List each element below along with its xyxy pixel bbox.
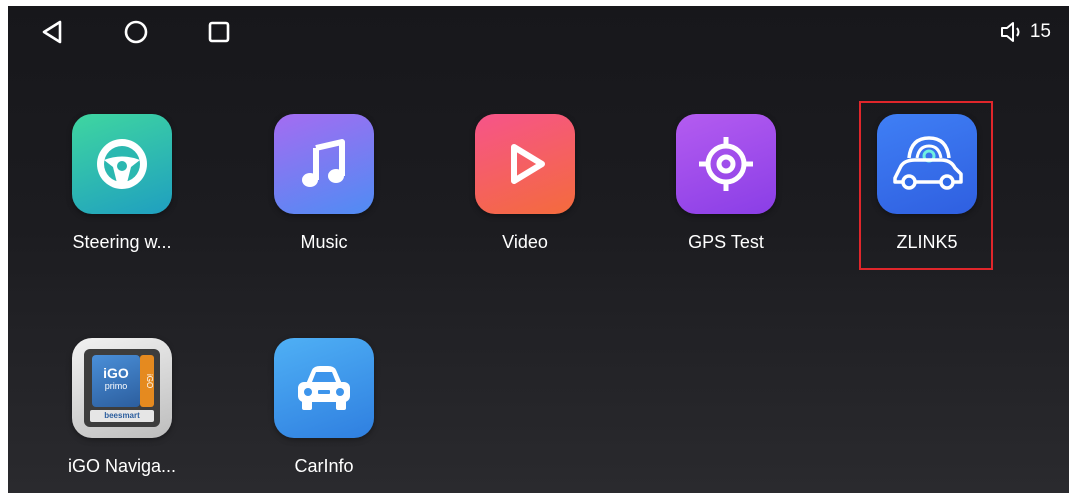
app-label: iGO Naviga... [67,456,177,476]
volume-level: 15 [1029,21,1051,42]
app-label: Video [502,232,548,252]
selection-highlight [859,101,993,270]
app-label: CarInfo [294,456,354,476]
app-carinfo[interactable]: CarInfo [244,338,404,478]
app-label: Music [300,232,348,252]
igo-icon-footer: beesmart [90,410,154,422]
app-steering-wheel[interactable]: Steering w... [42,114,202,254]
igo-icon-card: iGO primo [92,355,140,407]
target-icon [676,114,776,214]
home-button[interactable] [118,16,154,48]
back-icon [42,20,62,44]
recents-button[interactable] [201,16,237,48]
app-label: GPS Test [688,232,764,252]
app-igo-navigation[interactable]: iGO primo iGO beesmart iGO Naviga... [42,338,202,478]
app-video[interactable]: Video [445,114,605,254]
steering-wheel-icon [72,114,172,214]
igo-app-icon: iGO primo iGO beesmart [72,338,172,438]
igo-icon-subtext: primo [104,381,128,391]
navigation-bar: 15 [8,6,1069,58]
recents-icon [208,21,230,43]
speaker-icon [1000,22,1020,42]
volume-indicator[interactable]: 15 [1000,20,1051,44]
home-screen: 15 Steering w... Music Video GPS Test ZL… [8,6,1069,493]
car-icon [274,338,374,438]
igo-icon-box: iGO primo iGO beesmart [84,349,160,427]
play-icon [475,114,575,214]
music-note-icon [274,114,374,214]
igo-icon-text: iGO [103,365,129,381]
app-music[interactable]: Music [244,114,404,254]
app-gps-test[interactable]: GPS Test [646,114,806,254]
igo-icon-side: iGO [140,355,154,407]
back-button[interactable] [34,16,70,48]
home-icon [124,20,148,44]
app-label: Steering w... [72,232,172,252]
